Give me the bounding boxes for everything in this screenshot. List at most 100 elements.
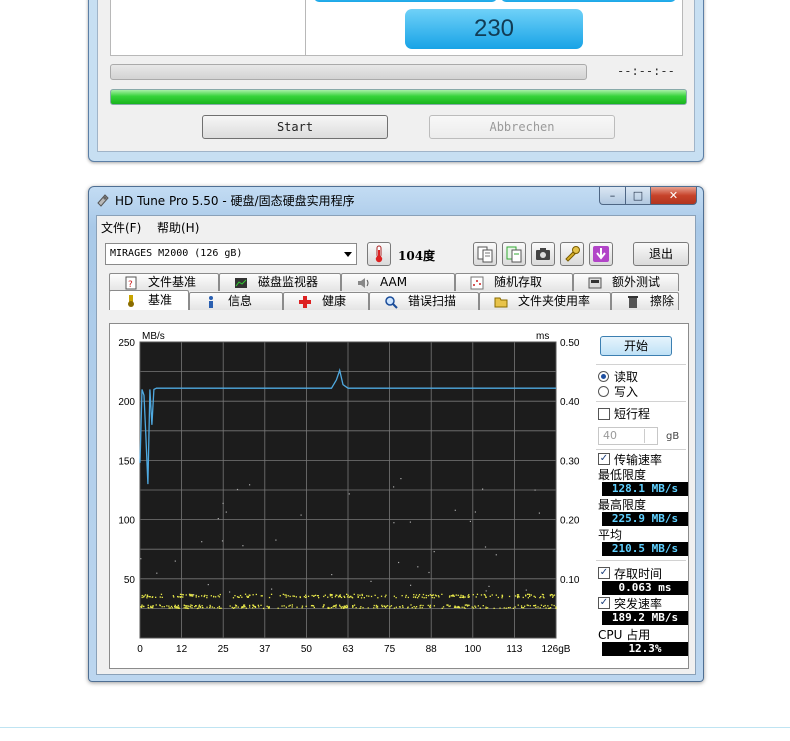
access-point xyxy=(293,595,295,597)
minimize-button[interactable]: – xyxy=(599,187,626,205)
access-point xyxy=(183,607,185,609)
short-stroke-checkbox[interactable] xyxy=(598,408,610,420)
access-point xyxy=(260,595,262,597)
benchmark-start-button[interactable]: 开始 xyxy=(600,336,672,356)
magnifier-icon xyxy=(385,296,398,309)
access-point xyxy=(174,605,176,608)
access-point xyxy=(545,607,547,609)
access-point xyxy=(203,595,205,598)
access-point xyxy=(385,605,387,607)
access-point xyxy=(467,604,469,606)
tab-info[interactable]: 信息 xyxy=(189,292,283,310)
access-point xyxy=(468,604,470,606)
start-button[interactable]: Start xyxy=(202,115,388,139)
y-right-tick-label: 0.20 xyxy=(560,516,580,527)
save-button[interactable] xyxy=(589,242,613,266)
access-point xyxy=(540,604,543,606)
write-radio[interactable] xyxy=(598,386,609,397)
access-point xyxy=(414,607,417,609)
spin-arrows-icon[interactable] xyxy=(644,429,656,443)
access-outlier xyxy=(400,478,402,480)
access-point xyxy=(370,595,373,598)
close-button[interactable]: ✕ xyxy=(650,187,697,205)
drive-select[interactable]: MIRAGES M2000 (126 gB) xyxy=(105,243,357,265)
tab-folder-usage[interactable]: 文件夹使用率 xyxy=(479,292,611,310)
access-point xyxy=(312,605,314,607)
access-point xyxy=(339,604,341,606)
menu-help[interactable]: 帮助(H) xyxy=(157,219,199,236)
access-point xyxy=(243,605,245,607)
access-point xyxy=(159,596,161,598)
min-label: 最低限度 xyxy=(598,468,647,482)
options-button[interactable] xyxy=(560,242,584,266)
svg-text:?: ? xyxy=(128,280,133,290)
exit-button[interactable]: 退出 xyxy=(633,242,689,266)
x-tick-label: 63 xyxy=(342,644,354,655)
info-pane xyxy=(110,0,306,56)
random-access-icon xyxy=(470,276,484,290)
access-point xyxy=(285,594,287,596)
x-tick-label: 126gB xyxy=(542,644,571,655)
copy-info-button[interactable] xyxy=(473,242,497,266)
right-unit-label: ms xyxy=(536,331,549,342)
access-point xyxy=(234,604,237,606)
left-unit-label: MB/s xyxy=(142,331,165,342)
access-outlier xyxy=(538,512,540,514)
burst-rate-label: 突发速率 xyxy=(614,597,663,611)
short-stroke-input[interactable]: 40 xyxy=(598,427,658,445)
access-point xyxy=(330,607,333,609)
transfer-rate-checkbox[interactable]: ✓ xyxy=(598,453,610,465)
short-stroke-label: 短行程 xyxy=(614,407,651,421)
access-point xyxy=(327,596,329,598)
maximize-button[interactable]: □ xyxy=(625,187,651,205)
access-point xyxy=(475,606,477,608)
access-time-value: 0.063 ms xyxy=(602,581,688,595)
access-point xyxy=(292,595,294,597)
access-point xyxy=(152,607,154,609)
cancel-button[interactable]: Abbrechen xyxy=(429,115,615,139)
access-point xyxy=(527,593,529,595)
toolbar: MIRAGES M2000 (126 gB) 104度 退出 xyxy=(97,238,695,270)
tab-random-access[interactable]: 随机存取 xyxy=(455,273,573,291)
tab-error-scan[interactable]: 错误扫描 xyxy=(369,292,479,310)
access-point xyxy=(412,596,415,598)
result-value: 230 xyxy=(405,9,583,49)
access-point xyxy=(206,606,208,608)
temperature-button[interactable] xyxy=(367,242,391,266)
benchmark-chart: 250 200 150 100 50 0.50 0.40 0.30 0.20 0.10 0 12 2… xyxy=(118,331,580,655)
copy-all-button[interactable] xyxy=(502,242,526,266)
access-outlier xyxy=(217,518,219,520)
tab-aam[interactable]: AAM xyxy=(341,273,455,291)
screenshot-button[interactable] xyxy=(531,242,555,266)
separator xyxy=(596,449,686,450)
page-divider xyxy=(0,727,790,728)
access-point xyxy=(335,594,337,596)
tab-file-benchmark[interactable]: ? 文件基准 xyxy=(109,273,219,291)
benchmark-panel: 250 200 150 100 50 0.50 0.40 0.30 0.20 0.10 0 12 2… xyxy=(109,323,689,669)
access-point xyxy=(454,606,456,608)
access-point xyxy=(188,593,191,595)
tab-health[interactable]: 健康 xyxy=(283,292,369,310)
elapsed-time: --:--:-- xyxy=(617,64,675,78)
access-point xyxy=(512,607,515,609)
access-point xyxy=(461,596,463,598)
separator xyxy=(596,364,686,365)
burst-rate-checkbox[interactable]: ✓ xyxy=(598,597,610,609)
access-point xyxy=(423,597,425,599)
menu-file[interactable]: 文件(F) xyxy=(101,219,141,236)
access-point xyxy=(282,593,284,595)
tab-erase[interactable]: 擦除 xyxy=(611,292,679,310)
title-bar[interactable]: HD Tune Pro 5.50 - 硬盘/固态硬盘实用程序 – □ ✕ xyxy=(89,187,703,213)
access-time-checkbox[interactable]: ✓ xyxy=(598,567,610,579)
access-point xyxy=(415,594,418,596)
access-point xyxy=(461,606,463,608)
read-radio[interactable] xyxy=(598,371,609,382)
access-point xyxy=(288,605,290,607)
tab-disk-monitor[interactable]: 磁盘监视器 xyxy=(219,273,341,291)
access-outlier xyxy=(433,551,435,553)
tab-benchmark[interactable]: 基准 xyxy=(109,290,189,310)
tab-extra-tests[interactable]: 额外测试 xyxy=(573,273,679,291)
access-point xyxy=(551,604,553,606)
access-point xyxy=(530,594,532,596)
access-point xyxy=(508,595,511,598)
